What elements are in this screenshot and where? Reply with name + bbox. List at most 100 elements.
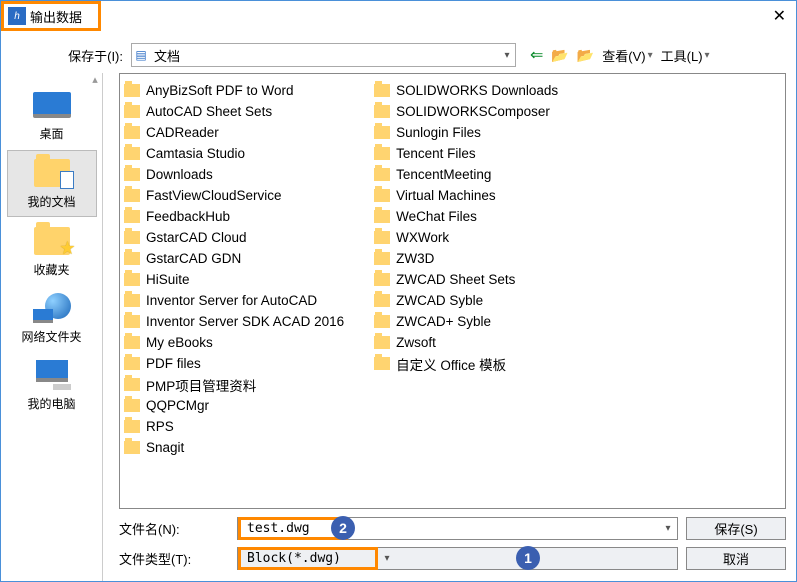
folder-entry[interactable]: PDF files [124, 353, 344, 374]
file-column-2: SOLIDWORKS Downloads SOLIDWORKSComposer Su… [374, 80, 558, 458]
folder-name: ZWCAD Syble [396, 293, 483, 308]
folder-icon [374, 168, 390, 181]
folder-entry[interactable]: Sunlogin Files [374, 122, 558, 143]
folder-entry[interactable]: ZWCAD Sheet Sets [374, 269, 558, 290]
folder-icon [374, 273, 390, 286]
folder-entry[interactable]: HiSuite [124, 269, 344, 290]
folder-icon [124, 273, 140, 286]
folder-entry[interactable]: 自定义 Office 模板 [374, 353, 558, 374]
folder-entry[interactable]: ZWCAD Syble [374, 290, 558, 311]
folder-icon [124, 399, 140, 412]
folder-entry[interactable]: Downloads [124, 164, 344, 185]
folder-entry[interactable]: Tencent Files [374, 143, 558, 164]
folder-icon [374, 315, 390, 328]
folder-entry[interactable]: FeedbackHub [124, 206, 344, 227]
folder-icon [374, 231, 390, 244]
folder-entry[interactable]: ZWCAD+ Syble [374, 311, 558, 332]
folder-name: FastViewCloudService [146, 188, 282, 203]
folder-entry[interactable]: GstarCAD Cloud [124, 227, 344, 248]
folder-name: SOLIDWORKSComposer [396, 104, 550, 119]
place-mydocs[interactable]: 我的文档 [7, 150, 97, 217]
folder-up-icon[interactable]: 📂 [551, 47, 568, 64]
folder-name: My eBooks [146, 335, 213, 350]
favorites-icon: ★ [34, 227, 70, 255]
place-desktop[interactable]: 桌面 [7, 83, 97, 148]
folder-entry[interactable]: TencentMeeting [374, 164, 558, 185]
cancel-button[interactable]: 取消 [686, 547, 786, 570]
new-folder-icon[interactable]: 📂 [577, 47, 594, 64]
folder-name: Zwsoft [396, 335, 436, 350]
folder-entry[interactable]: RPS [124, 416, 344, 437]
place-mycomputer[interactable]: 我的电脑 [7, 353, 97, 418]
folder-icon [124, 420, 140, 433]
body-area: ▴ 桌面 我的文档 ★ 收藏夹 网络文件夹 我的电脑 [1, 73, 796, 581]
folder-name: WeChat Files [396, 209, 477, 224]
folder-entry[interactable]: Zwsoft [374, 332, 558, 353]
folder-name: PMP项目管理资料 [146, 375, 256, 395]
folder-entry[interactable]: SOLIDWORKSComposer [374, 101, 558, 122]
chevron-down-icon[interactable]: ▾ [659, 523, 677, 534]
chevron-down-icon[interactable]: ▾ [378, 553, 396, 564]
save-button[interactable]: 保存(S) [686, 517, 786, 540]
folder-entry[interactable]: Inventor Server SDK ACAD 2016 [124, 311, 344, 332]
folder-entry[interactable]: GstarCAD GDN [124, 248, 344, 269]
folder-icon [124, 168, 140, 181]
folder-entry[interactable]: AutoCAD Sheet Sets [124, 101, 344, 122]
annotation-2: 2 [331, 516, 355, 540]
save-in-value: 文档 [150, 46, 499, 65]
toolbar-icons: ⇐ 📂 📂 查看(V)▾ 工具(L)▾ [530, 45, 710, 65]
save-dialog-window: h 输出数据 ✕ 保存于(I): ▤ 文档 ▾ ⇐ 📂 📂 查看(V)▾ 工具(… [0, 0, 797, 582]
folder-icon [374, 336, 390, 349]
filename-row: 文件名(N): 2 test.dwg ▾ 保存(S) [119, 515, 786, 541]
place-favorites-label: 收藏夹 [33, 261, 69, 278]
folder-entry[interactable]: PMP项目管理资料 [124, 374, 344, 395]
tools-menu[interactable]: 工具(L)▾ [661, 46, 710, 65]
back-icon[interactable]: ⇐ [530, 45, 543, 65]
folder-entry[interactable]: SOLIDWORKS Downloads [374, 80, 558, 101]
folder-icon [374, 252, 390, 265]
folder-entry[interactable]: AnyBizSoft PDF to Word [124, 80, 344, 101]
folder-name: ZWCAD Sheet Sets [396, 272, 515, 287]
folder-name: ZW3D [396, 251, 434, 266]
folder-name: Virtual Machines [396, 188, 496, 203]
folder-icon [124, 210, 140, 223]
folder-icon [124, 252, 140, 265]
folder-entry[interactable]: CADReader [124, 122, 344, 143]
view-menu[interactable]: 查看(V)▾ [602, 46, 652, 65]
folder-entry[interactable]: Virtual Machines [374, 185, 558, 206]
titlebar-highlight: h 输出数据 [1, 1, 101, 31]
filetype-dropdown[interactable]: Block(*.dwg) ▾ [237, 547, 678, 570]
mycomputer-icon [33, 360, 71, 390]
scroll-up-icon[interactable]: ▴ [88, 73, 102, 86]
folder-entry[interactable]: WeChat Files [374, 206, 558, 227]
close-icon[interactable]: ✕ [773, 6, 786, 26]
folder-entry[interactable]: QQPCMgr [124, 395, 344, 416]
folder-entry[interactable]: ZW3D [374, 248, 558, 269]
folder-entry[interactable]: My eBooks [124, 332, 344, 353]
document-icon: ▤ [132, 48, 150, 62]
folder-entry[interactable]: Inventor Server for AutoCAD [124, 290, 344, 311]
save-in-dropdown[interactable]: ▤ 文档 ▾ [131, 43, 516, 67]
folder-name: HiSuite [146, 272, 190, 287]
folder-entry[interactable]: Camtasia Studio [124, 143, 344, 164]
folder-name: RPS [146, 419, 174, 434]
places-bar: ▴ 桌面 我的文档 ★ 收藏夹 网络文件夹 我的电脑 [1, 73, 103, 581]
folder-entry[interactable]: FastViewCloudService [124, 185, 344, 206]
save-in-label: 保存于(I): [13, 46, 123, 65]
folder-entry[interactable]: WXWork [374, 227, 558, 248]
folder-entry[interactable]: Snagit [124, 437, 344, 458]
app-icon: h [8, 7, 26, 25]
folder-icon [374, 147, 390, 160]
folder-name: PDF files [146, 356, 201, 371]
toolbar: 保存于(I): ▤ 文档 ▾ ⇐ 📂 📂 查看(V)▾ 工具(L)▾ [1, 41, 796, 69]
folder-icon [124, 189, 140, 202]
place-network-label: 网络文件夹 [21, 328, 81, 345]
file-list[interactable]: AnyBizSoft PDF to WordAutoCAD Sheet Sets… [119, 73, 786, 509]
place-favorites[interactable]: ★ 收藏夹 [7, 219, 97, 284]
filetype-label: 文件类型(T): [119, 549, 209, 568]
folder-icon [374, 210, 390, 223]
place-network[interactable]: 网络文件夹 [7, 286, 97, 351]
folder-icon [374, 294, 390, 307]
folder-name: CADReader [146, 125, 219, 140]
filename-input[interactable]: test.dwg ▾ [237, 517, 678, 540]
